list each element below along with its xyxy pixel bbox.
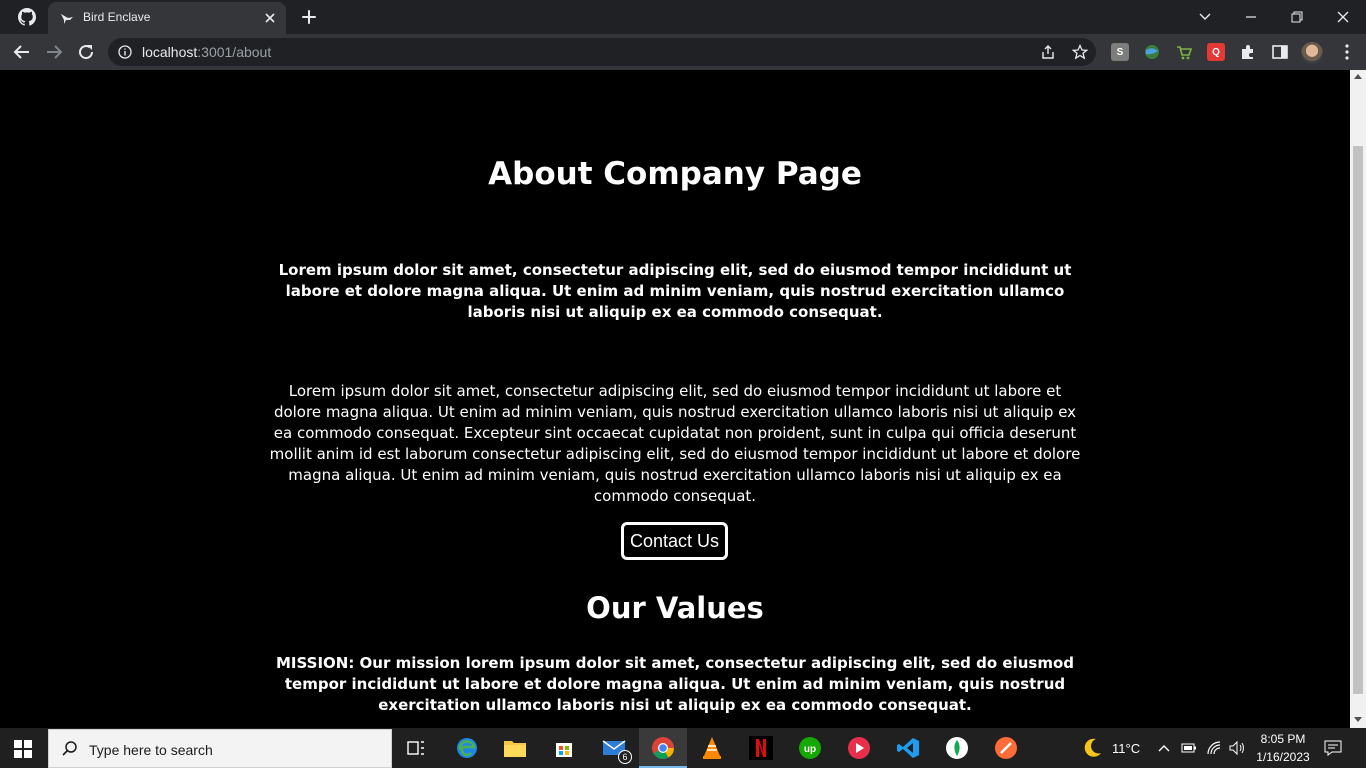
page-title: About Company Page — [488, 156, 862, 192]
browser-toolbar: localhost:3001/about S Q — [0, 34, 1366, 70]
forward-icon[interactable] — [44, 42, 64, 62]
github-icon[interactable] — [18, 8, 36, 26]
url-host: localhost — [142, 44, 198, 60]
extension-cart-icon[interactable] — [1175, 43, 1193, 61]
address-bar[interactable]: localhost:3001/about — [108, 38, 1096, 66]
search-placeholder: Type here to search — [89, 742, 213, 758]
clock-time: 8:05 PM — [1260, 732, 1306, 746]
windows-start-icon[interactable] — [14, 740, 32, 758]
tab-search-icon[interactable] — [1194, 6, 1216, 28]
tab-close-icon[interactable] — [262, 10, 278, 26]
scroll-down-arrow-icon[interactable] — [1354, 717, 1362, 722]
extensions-puzzle-icon[interactable] — [1239, 43, 1257, 61]
window-close-icon[interactable] — [1332, 6, 1354, 28]
windows-taskbar: Type here to search 6 up 11°C 8:05 PM 1/… — [0, 728, 1366, 768]
new-tab-icon[interactable] — [300, 8, 318, 26]
file-explorer-icon[interactable] — [501, 734, 529, 762]
vertical-scrollbar[interactable] — [1350, 70, 1366, 728]
restore-icon[interactable] — [1286, 6, 1308, 28]
weather-moon-icon[interactable] — [1078, 734, 1106, 762]
browser-tab-active[interactable]: Bird Enclave — [48, 2, 286, 34]
values-heading: Our Values — [586, 591, 764, 625]
chrome-menu-icon[interactable] — [1340, 43, 1354, 61]
mail-badge: 6 — [618, 750, 632, 764]
browser-tab-strip: Bird Enclave — [0, 0, 1366, 34]
edge-icon[interactable] — [453, 734, 481, 762]
extension-s-icon[interactable]: S — [1111, 43, 1129, 61]
task-view-icon[interactable] — [402, 734, 430, 762]
weather-temperature[interactable]: 11°C — [1112, 741, 1140, 756]
tray-chevron-up-icon[interactable] — [1158, 743, 1170, 753]
lead-paragraph: Lorem ipsum dolor sit amet, consectetur … — [278, 261, 1072, 321]
mail-icon[interactable]: 6 — [600, 734, 632, 764]
search-icon — [62, 741, 77, 756]
bookmark-star-icon[interactable] — [1072, 44, 1088, 60]
body-paragraph: Lorem ipsum dolor sit amet, consectetur … — [269, 382, 1081, 505]
scroll-up-arrow-icon[interactable] — [1354, 74, 1362, 79]
profile-avatar[interactable] — [1301, 42, 1323, 64]
tab-title: Bird Enclave — [83, 10, 151, 24]
media-player-icon[interactable] — [845, 734, 873, 762]
mongodb-compass-icon[interactable] — [943, 734, 971, 762]
minimize-icon[interactable] — [1240, 6, 1262, 28]
postman-icon[interactable] — [992, 734, 1020, 762]
taskbar-search-box[interactable]: Type here to search — [48, 729, 392, 768]
url-text: localhost:3001/about — [142, 44, 271, 60]
upwork-icon[interactable]: up — [796, 734, 824, 762]
site-info-icon[interactable] — [118, 45, 132, 59]
share-icon[interactable] — [1040, 44, 1056, 60]
reload-icon[interactable] — [76, 42, 96, 62]
mission-paragraph: MISSION: Our mission lorem ipsum dolor s… — [276, 654, 1074, 714]
netflix-icon[interactable] — [747, 734, 775, 762]
extension-q-icon[interactable]: Q — [1207, 43, 1225, 61]
taskbar-clock[interactable]: 8:05 PM 1/16/2023 — [1246, 730, 1320, 766]
scroll-thumb[interactable] — [1353, 146, 1363, 694]
svg-text:up: up — [804, 744, 816, 755]
notifications-icon[interactable] — [1324, 740, 1342, 756]
battery-icon[interactable] — [1181, 741, 1197, 755]
bird-favicon-icon — [61, 14, 73, 24]
back-icon[interactable] — [12, 42, 32, 62]
page-viewport: About Company Page Lorem ipsum dolor sit… — [0, 70, 1350, 728]
volume-icon[interactable] — [1228, 740, 1246, 756]
url-path: :3001/about — [197, 44, 272, 60]
vlc-icon[interactable] — [698, 734, 726, 762]
microsoft-store-icon[interactable] — [550, 734, 578, 762]
extension-globe-icon[interactable] — [1143, 43, 1161, 61]
vscode-icon[interactable] — [894, 734, 922, 762]
screen: Bird Enclave localhost:3001/about S Q Ab… — [0, 0, 1366, 768]
chrome-icon[interactable] — [649, 734, 677, 762]
side-panel-icon[interactable] — [1271, 43, 1289, 61]
clock-date: 1/16/2023 — [1256, 750, 1310, 764]
wifi-icon[interactable] — [1206, 740, 1222, 756]
contact-us-button[interactable]: Contact Us — [621, 522, 728, 560]
